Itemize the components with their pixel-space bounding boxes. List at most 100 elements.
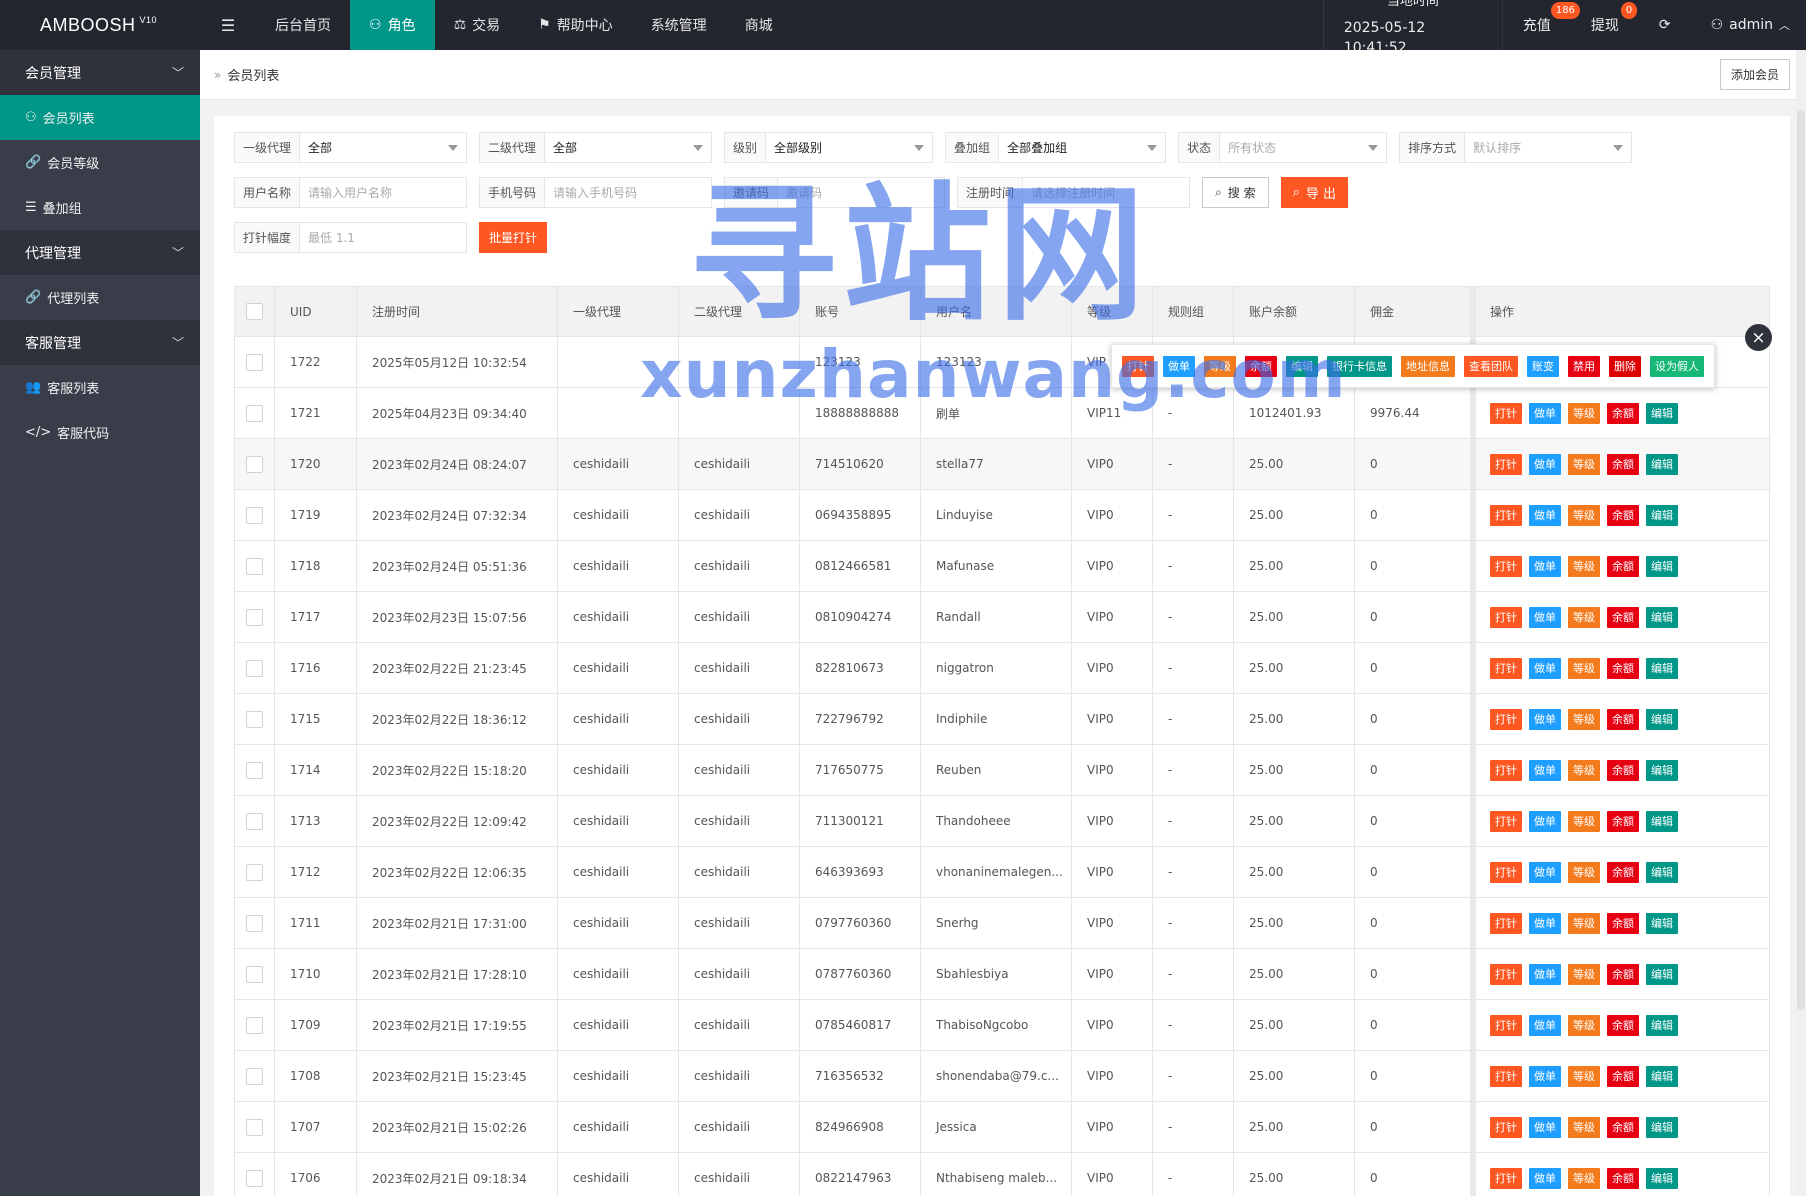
row-action-button[interactable]: 打针 <box>1490 1065 1522 1087</box>
sidebar-item-agent-list[interactable]: 🔗 代理列表 <box>0 275 200 320</box>
row-action-button[interactable]: 等级 <box>1568 504 1600 526</box>
popup-action-button[interactable]: 禁用 <box>1568 355 1600 377</box>
row-action-button[interactable]: 余额 <box>1607 504 1639 526</box>
page-scrollbar[interactable] <box>1796 50 1806 1196</box>
row-action-button[interactable]: 做单 <box>1529 963 1561 985</box>
row-action-button[interactable]: 编辑 <box>1646 657 1678 679</box>
row-checkbox[interactable] <box>246 710 263 728</box>
row-action-button[interactable]: 打针 <box>1490 759 1522 781</box>
row-action-button[interactable]: 余额 <box>1607 810 1639 832</box>
select-all-checkbox[interactable] <box>246 303 263 320</box>
column-header[interactable]: 用户名 <box>921 287 1072 336</box>
row-action-button[interactable]: 打针 <box>1490 657 1522 679</box>
row-action-button[interactable]: 等级 <box>1568 1167 1600 1189</box>
sidebar-group-service[interactable]: 客服管理 ﹀ <box>0 320 200 365</box>
row-action-button[interactable]: 编辑 <box>1646 912 1678 934</box>
row-action-button[interactable]: 编辑 <box>1646 606 1678 628</box>
add-member-button[interactable]: 添加会员 <box>1719 59 1790 90</box>
row-action-button[interactable]: 等级 <box>1568 963 1600 985</box>
row-checkbox[interactable] <box>246 557 263 575</box>
popup-action-button[interactable]: 余额 <box>1245 355 1277 377</box>
row-action-button[interactable]: 打针 <box>1490 453 1522 475</box>
row-action-button[interactable]: 等级 <box>1568 810 1600 832</box>
agent2-select[interactable]: 二级代理 全部 <box>479 132 713 163</box>
row-action-button[interactable]: 做单 <box>1529 453 1561 475</box>
level-select[interactable]: 级别 全部级别 <box>724 132 934 163</box>
row-checkbox[interactable] <box>246 1169 263 1187</box>
row-action-button[interactable]: 编辑 <box>1646 1014 1678 1036</box>
menu-toggle-button[interactable]: ☰ <box>200 0 256 50</box>
row-action-button[interactable]: 编辑 <box>1646 861 1678 883</box>
popup-action-button[interactable]: 账变 <box>1527 355 1559 377</box>
row-action-button[interactable]: 打针 <box>1490 1014 1522 1036</box>
sidebar-group-agents[interactable]: 代理管理 ﹀ <box>0 230 200 275</box>
row-action-button[interactable]: 打针 <box>1490 504 1522 526</box>
row-action-button[interactable]: 编辑 <box>1646 1116 1678 1138</box>
phone-input[interactable]: 请输入手机号码 <box>545 178 712 207</box>
row-action-button[interactable]: 等级 <box>1568 402 1600 424</box>
row-action-button[interactable]: 做单 <box>1529 402 1561 424</box>
nav-trade[interactable]: ⚖ 交易 <box>435 0 520 50</box>
row-action-button[interactable]: 余额 <box>1607 1116 1639 1138</box>
username-field[interactable]: 用户名称 请输入用户名称 <box>234 177 468 208</box>
scrollbar-thumb[interactable] <box>1797 110 1805 1010</box>
row-action-button[interactable]: 做单 <box>1529 606 1561 628</box>
row-action-button[interactable]: 余额 <box>1607 606 1639 628</box>
row-action-button[interactable]: 打针 <box>1490 810 1522 832</box>
column-header[interactable]: 注册时间 <box>357 287 558 336</box>
column-header[interactable]: 佣金 <box>1355 287 1476 336</box>
status-select[interactable]: 状态 所有状态 <box>1178 132 1388 163</box>
row-action-button[interactable]: 打针 <box>1490 912 1522 934</box>
row-action-button[interactable]: 编辑 <box>1646 453 1678 475</box>
row-action-button[interactable]: 编辑 <box>1646 759 1678 781</box>
column-header[interactable]: 一级代理 <box>558 287 679 336</box>
sidebar-item-service-code[interactable]: </> 客服代码 <box>0 410 200 455</box>
row-checkbox[interactable] <box>246 404 263 422</box>
row-action-button[interactable]: 等级 <box>1568 1014 1600 1036</box>
row-checkbox[interactable] <box>246 863 263 881</box>
row-action-button[interactable]: 等级 <box>1568 708 1600 730</box>
group-select[interactable]: 叠加组 全部叠加组 <box>945 132 1167 163</box>
row-action-button[interactable]: 等级 <box>1568 657 1600 679</box>
popup-action-button[interactable]: 打针 <box>1122 355 1154 377</box>
phone-field[interactable]: 手机号码 请输入手机号码 <box>479 177 713 208</box>
column-header[interactable]: 账号 <box>800 287 921 336</box>
row-action-button[interactable]: 余额 <box>1607 1014 1639 1036</box>
row-action-button[interactable]: 余额 <box>1607 1167 1639 1189</box>
withdraw-button[interactable]: 提现 0 <box>1571 0 1639 50</box>
row-checkbox[interactable] <box>246 659 263 677</box>
recharge-button[interactable]: 充值 186 <box>1503 0 1580 50</box>
row-checkbox[interactable] <box>246 608 263 626</box>
row-action-button[interactable]: 编辑 <box>1646 402 1678 424</box>
row-action-button[interactable]: 编辑 <box>1646 504 1678 526</box>
row-action-button[interactable]: 做单 <box>1529 1116 1561 1138</box>
export-button[interactable]: ⌕ 导 出 <box>1280 177 1349 208</box>
popup-action-button[interactable]: 设为假人 <box>1650 355 1704 377</box>
close-icon[interactable]: × <box>1745 324 1772 351</box>
row-action-button[interactable]: 做单 <box>1529 810 1561 832</box>
row-action-button[interactable]: 做单 <box>1529 912 1561 934</box>
row-action-button[interactable]: 打针 <box>1490 555 1522 577</box>
row-action-button[interactable]: 做单 <box>1529 555 1561 577</box>
popup-action-button[interactable]: 查看团队 <box>1464 355 1518 377</box>
row-action-button[interactable]: 打针 <box>1490 963 1522 985</box>
nav-mall[interactable]: 商城 <box>726 0 792 50</box>
row-action-button[interactable]: 做单 <box>1529 504 1561 526</box>
row-action-button[interactable]: 余额 <box>1607 708 1639 730</box>
row-action-button[interactable]: 等级 <box>1568 1065 1600 1087</box>
row-checkbox[interactable] <box>246 761 263 779</box>
row-action-button[interactable]: 打针 <box>1490 402 1522 424</box>
row-checkbox[interactable] <box>246 353 263 371</box>
row-action-button[interactable]: 等级 <box>1568 759 1600 781</box>
row-action-button[interactable]: 打针 <box>1490 861 1522 883</box>
app-logo[interactable]: AMBOOSH V10 <box>0 0 200 50</box>
column-header[interactable]: 账户余额 <box>1234 287 1355 336</box>
row-action-button[interactable]: 余额 <box>1607 555 1639 577</box>
invite-field[interactable]: 邀请码 邀请码 <box>724 177 946 208</box>
row-action-button[interactable]: 做单 <box>1529 861 1561 883</box>
sort-select[interactable]: 排序方式 默认排序 <box>1399 132 1633 163</box>
row-action-button[interactable]: 编辑 <box>1646 555 1678 577</box>
column-header[interactable]: 等级 <box>1072 287 1153 336</box>
row-checkbox[interactable] <box>246 506 263 524</box>
row-action-button[interactable]: 余额 <box>1607 912 1639 934</box>
